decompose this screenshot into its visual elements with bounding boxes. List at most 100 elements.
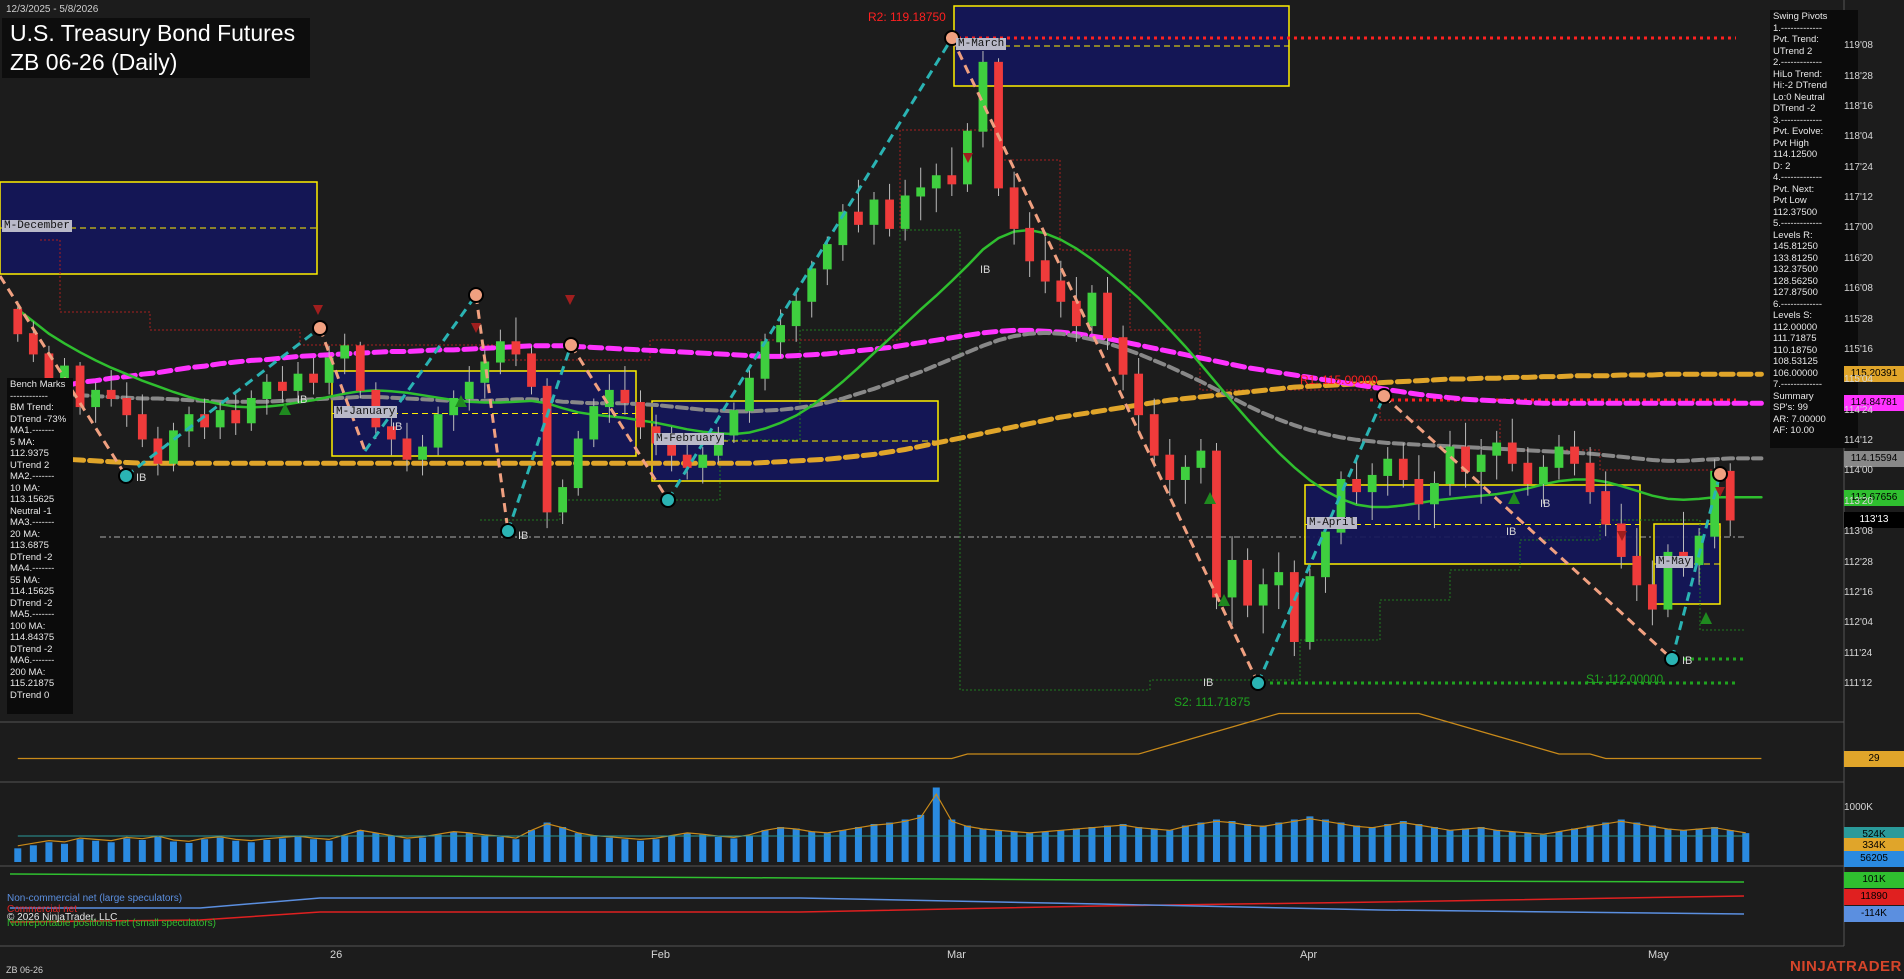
up-candle <box>776 325 785 343</box>
down-candle <box>1352 478 1361 493</box>
down-candle <box>13 308 23 335</box>
up-candle <box>1180 466 1190 480</box>
up-candle <box>573 438 583 489</box>
chart-svg <box>0 0 1845 947</box>
swing-low-marker <box>1664 651 1680 667</box>
down-candle <box>1523 462 1533 485</box>
y-tick-label: 118'16 <box>1844 100 1873 112</box>
x-tick-label: Mar <box>947 949 966 961</box>
y-tick-label: 111'24 <box>1844 647 1873 659</box>
brand-logo: NINJATRADER <box>1790 958 1902 975</box>
up-candle <box>604 389 614 408</box>
down-candle <box>137 414 147 440</box>
y-tick-label: 112'16 <box>1844 586 1873 598</box>
x-tick-label: 26 <box>330 949 343 961</box>
up-candle <box>822 244 832 270</box>
x-tick-label: Feb <box>651 949 670 961</box>
r2-label: R2: 119.18750 <box>868 10 946 24</box>
month-box-label: M-March <box>956 38 1007 50</box>
down-candle <box>1009 187 1019 229</box>
down-candle <box>1025 227 1035 262</box>
ib-label: IB <box>297 394 308 406</box>
cot-tag: 11890 <box>1844 889 1904 905</box>
up-candle <box>215 410 225 428</box>
y-tick-label: 116'08 <box>1844 283 1873 295</box>
down-candle <box>402 438 412 460</box>
pivot-line-down <box>950 37 1260 684</box>
y-tick-label: 113'20 <box>1844 495 1873 507</box>
y-tick-label: 116'20 <box>1844 252 1873 264</box>
swing-high-marker <box>312 320 328 336</box>
up-candle <box>729 410 739 436</box>
down-candle <box>1414 478 1424 505</box>
chart-stage[interactable]: 12/3/2025 - 5/8/2026 U.S. Treasury Bond … <box>0 0 1904 979</box>
swing-high-marker <box>1712 466 1728 482</box>
down-candle <box>1134 373 1144 416</box>
down-candle <box>1601 491 1611 525</box>
down-candle <box>1071 300 1081 327</box>
up-candle <box>1227 559 1237 598</box>
down-candle <box>527 353 536 387</box>
up-candle <box>900 195 910 229</box>
ib-label: IB <box>1682 655 1693 667</box>
up-candle <box>1305 576 1315 642</box>
down-candle <box>1632 555 1642 586</box>
swing-high-marker <box>1376 388 1392 404</box>
swing-low-marker <box>118 468 134 484</box>
up-candle <box>464 381 474 399</box>
down-candle <box>75 365 85 408</box>
down-candle <box>355 345 365 391</box>
y-tick-label: 112'04 <box>1844 617 1873 629</box>
up-candle <box>340 345 350 359</box>
down-candle <box>28 333 38 355</box>
up-candle <box>589 406 599 440</box>
up-candle <box>91 389 101 408</box>
up-candle <box>1196 450 1206 468</box>
down-candle <box>278 381 287 391</box>
down-candle <box>1056 280 1066 302</box>
cot-tag: -114K <box>1844 906 1904 922</box>
up-candle <box>262 381 272 399</box>
up-candle <box>1476 454 1486 472</box>
x-tick-label: May <box>1648 949 1669 961</box>
down-candle <box>1585 462 1595 493</box>
ib-label: IB <box>518 530 529 542</box>
up-candle <box>1274 572 1284 586</box>
up-candle <box>807 268 817 302</box>
y-tick-label: 114'12 <box>1844 435 1873 446</box>
y-tick-label: 117'12 <box>1844 192 1873 204</box>
up-candle <box>1554 446 1564 468</box>
oscillator-tag: 29 <box>1844 751 1904 767</box>
up-candle <box>791 300 801 327</box>
down-candle <box>620 389 630 404</box>
r1-label: R1: 115.00000 <box>1300 373 1378 387</box>
y-tick-label: 112'28 <box>1844 556 1873 568</box>
y-tick-label: 115'16 <box>1844 343 1873 355</box>
s2-label: S2: 111.71875 <box>1174 695 1251 709</box>
month-box-label: M-May <box>1656 556 1694 568</box>
ib-label: IB <box>1506 526 1517 538</box>
up-candle <box>1087 292 1097 327</box>
up-candle <box>745 377 754 412</box>
month-box-label: M-December <box>2 220 73 232</box>
down-candle <box>122 397 132 416</box>
up-candle <box>495 341 505 363</box>
x-tick-label: Apr <box>1300 949 1318 961</box>
bench-marks-panel: Bench Marks ------------ BM Trend: DTren… <box>7 378 73 714</box>
ma-100-line <box>15 327 1764 406</box>
copyright: © 2026 NinjaTrader, LLC <box>7 912 118 923</box>
up-candle <box>760 341 770 379</box>
down-candle <box>153 438 163 464</box>
down-candle <box>994 61 1003 189</box>
y-tick-label: 118'04 <box>1844 131 1873 143</box>
y-tick-label: 115'28 <box>1844 313 1873 325</box>
up-candle <box>1367 474 1377 493</box>
chart-subtitle: ZB 06-26 (Daily) <box>10 49 178 75</box>
volume-axis-label: 1000K <box>1844 802 1873 813</box>
up-candle <box>433 414 443 448</box>
down-candle <box>1212 450 1221 598</box>
footer-symbol: ZB 06-26 <box>6 965 44 975</box>
down-candle <box>106 389 116 399</box>
up-triangle <box>1700 612 1712 624</box>
down-candle <box>947 175 957 185</box>
